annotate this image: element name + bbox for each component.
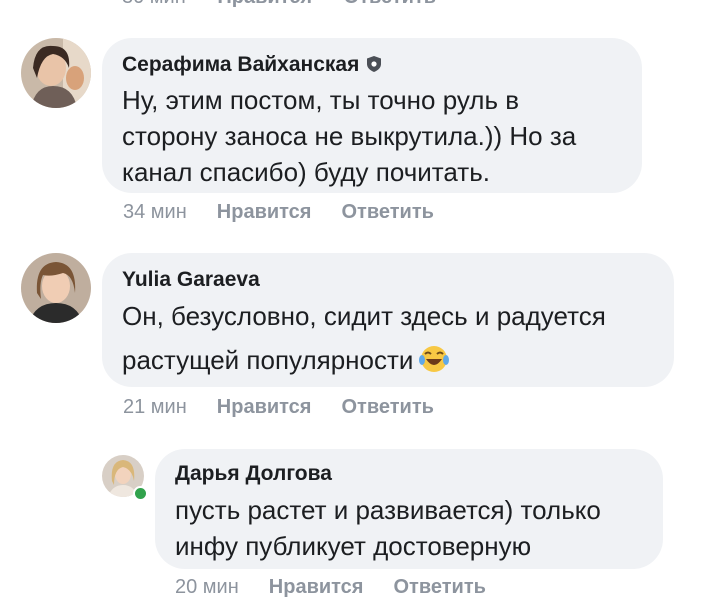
- comment-time: 20 мин: [175, 576, 239, 598]
- previous-comment-actions: 30 мин Нравится Ответить: [122, 0, 462, 9]
- laughing-tears-emoji-icon: [419, 346, 450, 372]
- comment-line: Ну, этим постом, ты точно руль в: [122, 85, 520, 115]
- previous-comment-time: 30 мин: [122, 0, 186, 8]
- like-button[interactable]: Нравится: [217, 396, 312, 418]
- comment-author-darya[interactable]: Дарья Долгова: [175, 462, 332, 486]
- comment-meta-serafima: 34 мин Нравится Ответить: [123, 201, 464, 224]
- comment-author-yulia[interactable]: Yulia Garaeva: [122, 268, 260, 292]
- avatar-yulia[interactable]: [21, 253, 91, 323]
- reply-button[interactable]: Ответить: [341, 396, 433, 418]
- reply-button[interactable]: Ответить: [393, 576, 485, 598]
- comment-author-serafima[interactable]: Серафима Вайханская: [122, 53, 383, 77]
- reply-button[interactable]: Ответить: [341, 201, 433, 223]
- author-name[interactable]: Yulia Garaeva: [122, 268, 260, 291]
- shield-badge-icon: [367, 56, 382, 72]
- comment-text-yulia: Он, безусловно, сидит здесь и радуется р…: [122, 298, 606, 378]
- comment-line: канал спасибо) буду почитать.: [122, 157, 490, 187]
- comment-line: инфу публикует достоверную: [175, 531, 532, 561]
- comment-time: 34 мин: [123, 201, 187, 223]
- previous-like-button[interactable]: Нравится: [217, 0, 312, 8]
- comment-line: сторону заноса не выкрутила.)) Но за: [122, 121, 577, 151]
- author-name[interactable]: Дарья Долгова: [175, 462, 332, 485]
- author-name[interactable]: Серафима Вайханская: [122, 53, 359, 76]
- comment-meta-yulia: 21 мин Нравится Ответить: [123, 396, 464, 419]
- like-button[interactable]: Нравится: [269, 576, 364, 598]
- comment-time: 21 мин: [123, 396, 187, 418]
- like-button[interactable]: Нравится: [217, 201, 312, 223]
- comment-text-darya: пусть растет и развивается) только инфу …: [175, 492, 601, 564]
- comment-line: растущей популярности: [122, 345, 414, 375]
- online-status-indicator: [133, 486, 148, 501]
- comment-text-serafima: Ну, этим постом, ты точно руль в сторону…: [122, 82, 576, 190]
- comment-line: пусть растет и развивается) только: [175, 495, 601, 525]
- previous-reply-button[interactable]: Ответить: [344, 0, 436, 8]
- avatar-serafima[interactable]: [21, 38, 91, 108]
- comment-meta-darya: 20 мин Нравится Ответить: [175, 576, 516, 599]
- comment-line: Он, безусловно, сидит здесь и радуется: [122, 301, 606, 331]
